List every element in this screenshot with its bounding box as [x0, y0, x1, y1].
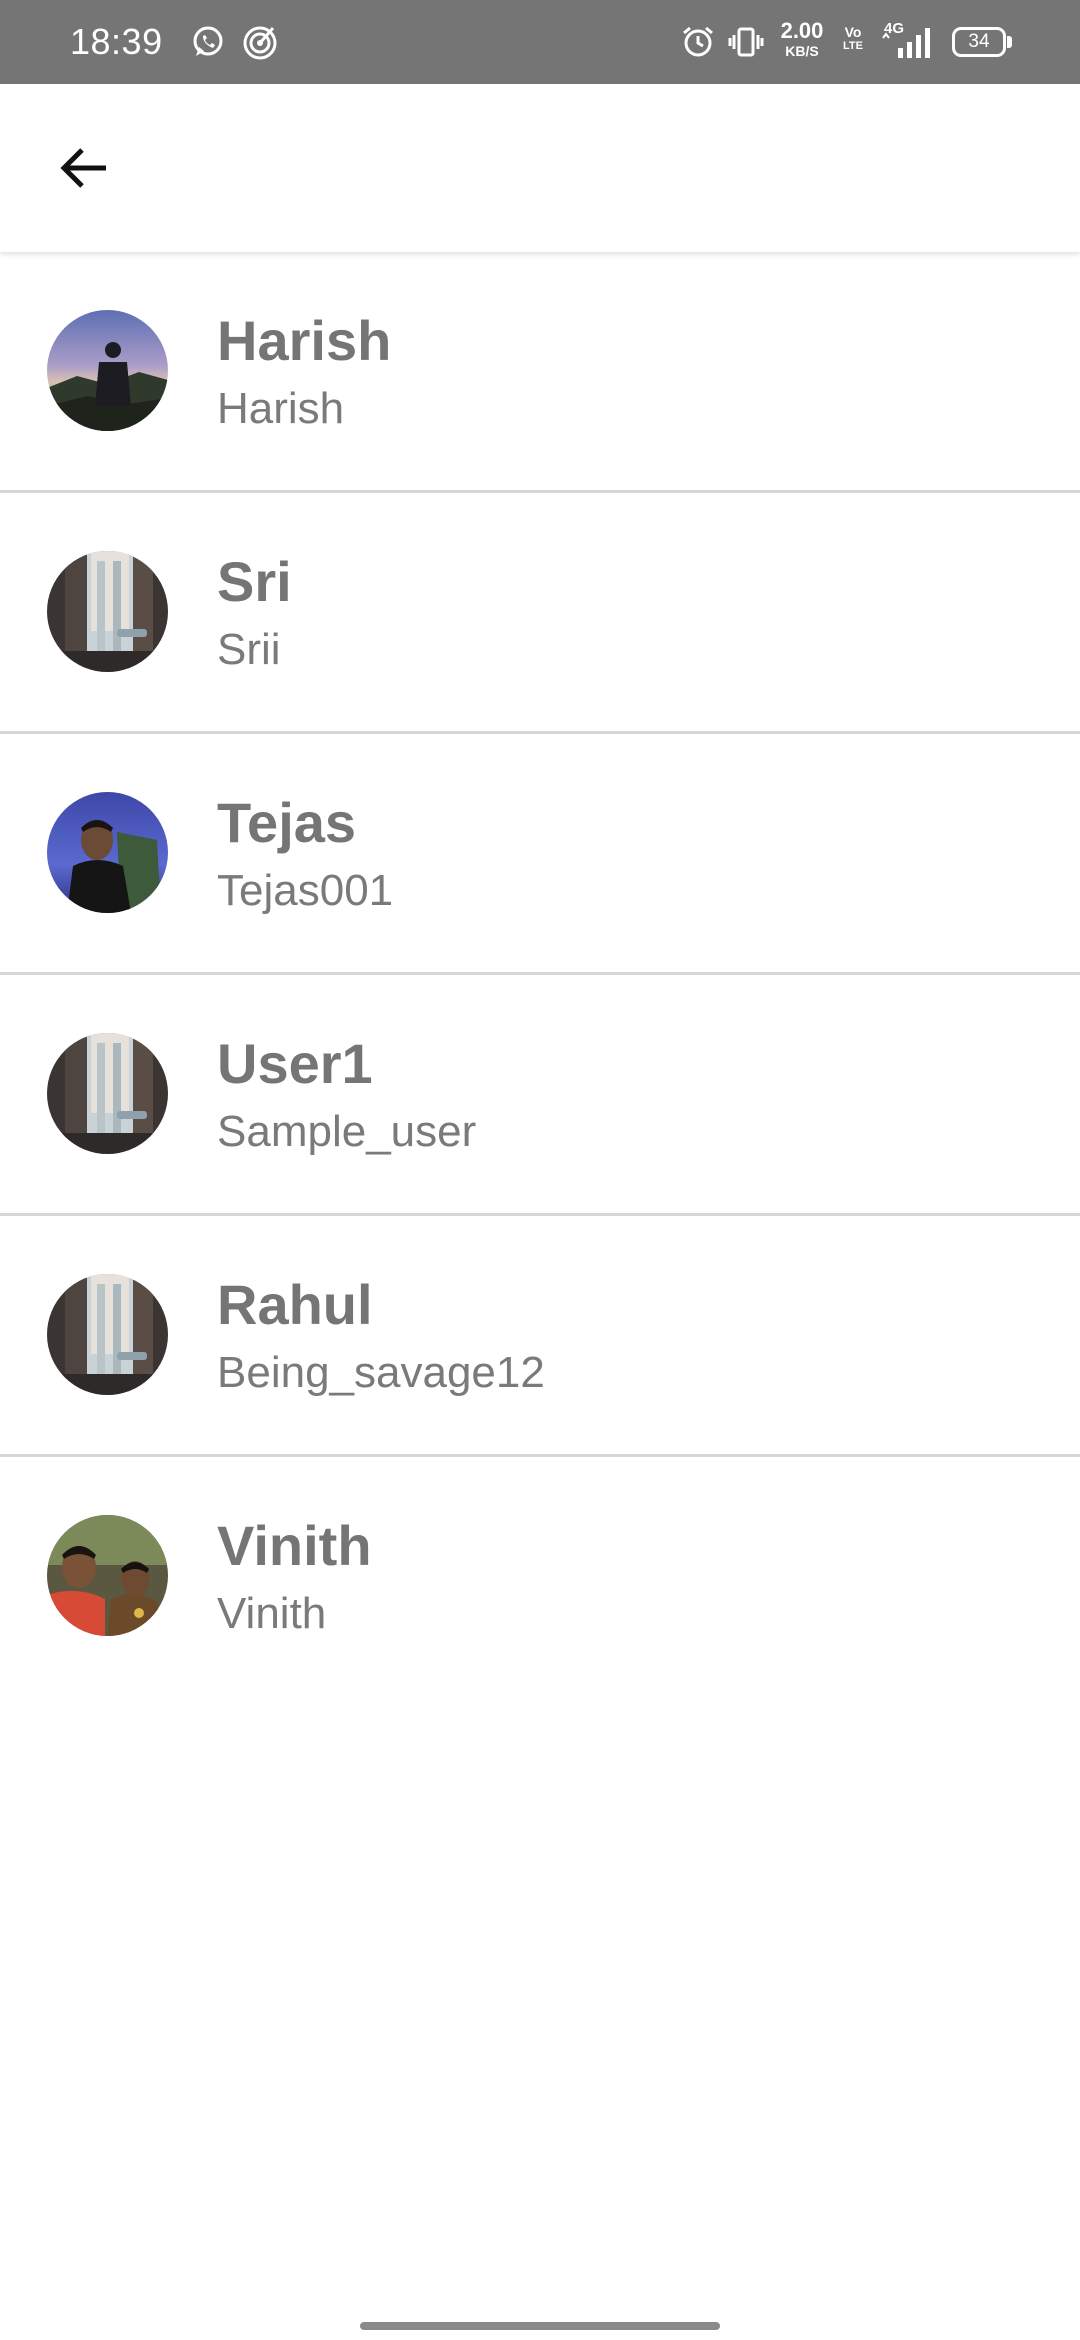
user-list: Harish Harish Sri Srii Tejas Tejas001 Us…	[0, 252, 1080, 1698]
user-name: Tejas	[217, 791, 357, 854]
volte-bottom: LTE	[843, 40, 863, 52]
network-speed: 2.00 KB/S	[774, 18, 830, 59]
vibrate-icon	[728, 27, 764, 57]
arrow-back-icon	[60, 148, 106, 188]
radar-icon	[243, 26, 277, 60]
user-list-item[interactable]: Rahul Being_savage12	[0, 1216, 1080, 1457]
user-list-item[interactable]: Tejas Tejas001	[0, 734, 1080, 975]
user-handle: Tejas001	[217, 866, 394, 915]
status-bar: 18:39 2.00 KB/S Vo LTE 4G 34	[0, 0, 1080, 84]
app-bar	[0, 84, 1080, 252]
network-speed-value: 2.00	[780, 18, 824, 43]
gesture-nav-handle[interactable]	[360, 2322, 720, 2330]
user-name: Sri	[217, 550, 292, 613]
avatar	[47, 551, 168, 672]
battery-icon: 34	[952, 27, 1006, 57]
battery-level: 34	[968, 31, 990, 52]
user-handle: Vinith	[217, 1589, 327, 1638]
user-list-item[interactable]: User1 Sample_user	[0, 975, 1080, 1216]
user-name: User1	[217, 1032, 373, 1095]
back-button[interactable]	[36, 118, 132, 218]
whatsapp-icon	[193, 26, 223, 56]
signal-icon	[882, 28, 930, 58]
avatar	[47, 310, 168, 431]
user-handle: Harish	[217, 384, 345, 433]
avatar	[47, 1274, 168, 1395]
user-list-item[interactable]: Vinith Vinith	[0, 1457, 1080, 1698]
volte-top: Vo	[844, 24, 862, 40]
avatar	[47, 1033, 168, 1154]
user-list-item[interactable]: Sri Srii	[0, 493, 1080, 734]
battery-tip	[1007, 36, 1012, 48]
user-name: Harish	[217, 309, 392, 372]
user-list-item[interactable]: Harish Harish	[0, 252, 1080, 493]
avatar	[47, 1515, 168, 1636]
user-handle: Sample_user	[217, 1107, 477, 1156]
network-speed-unit: KB/S	[785, 43, 819, 59]
volte-indicator: Vo LTE	[840, 24, 866, 53]
user-handle: Being_savage12	[217, 1348, 545, 1397]
avatar	[47, 792, 168, 913]
user-name: Vinith	[217, 1514, 372, 1577]
user-handle: Srii	[217, 625, 281, 674]
user-name: Rahul	[217, 1273, 373, 1336]
status-time: 18:39	[70, 21, 163, 62]
alarm-icon	[683, 26, 713, 57]
